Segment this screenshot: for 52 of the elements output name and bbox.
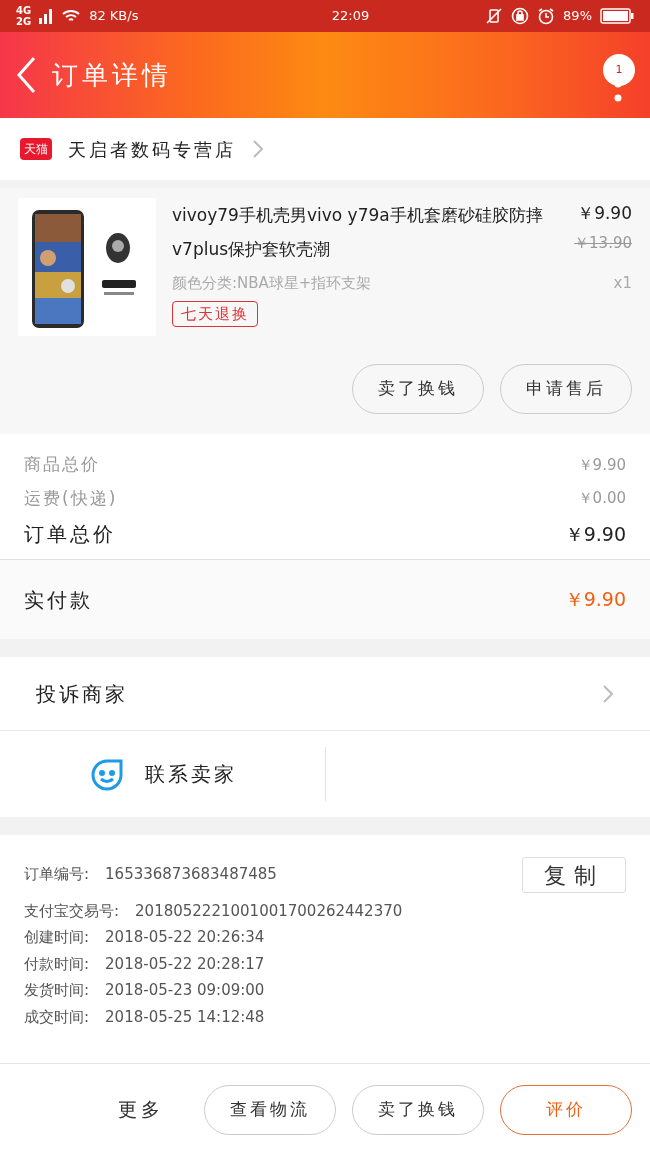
notification-badge: 1 [603, 54, 635, 86]
clock-time: 22:09 [330, 7, 371, 26]
copy-button[interactable]: 复制 [522, 857, 626, 893]
alarm-icon [537, 7, 556, 25]
paid-amount: ￥9.90 [564, 587, 626, 613]
summary-value: ￥9.90 [564, 521, 626, 547]
info-value: 2018-05-25 14:12:48 [105, 1006, 265, 1028]
action-button[interactable]: 申请售后 [500, 364, 632, 414]
mute-icon [485, 7, 504, 25]
signal-icon [39, 8, 54, 24]
product-price: ￥9.90 [577, 202, 632, 225]
complaint-row[interactable]: 投诉商家 [0, 657, 650, 731]
info-label: 成交时间: [24, 1006, 90, 1028]
battery-percent: 89% [563, 7, 592, 26]
order-action-button[interactable]: 卖了换钱 [352, 1084, 484, 1135]
info-value: 2018052221001001700262442370 [135, 900, 403, 922]
return-policy-tag: 七天退换 [172, 300, 258, 327]
product-title[interactable]: vivoy79手机壳男vivo y79a手机套磨砂硅胶防摔v7plus保护套软壳潮 [172, 198, 563, 266]
summary-value: ￥0.00 [577, 488, 626, 509]
summary-label: 商品总价 [24, 453, 100, 476]
paid-label: 实付款 [24, 586, 93, 614]
order-action-button[interactable]: 查看物流 [204, 1084, 336, 1135]
network-label: 2G [16, 16, 32, 27]
info-value: 2018-05-22 20:26:34 [105, 927, 265, 948]
info-label: 支付宝交易号: [24, 900, 120, 922]
network-label: 4G [16, 5, 32, 16]
chevron-right-icon [602, 682, 614, 705]
info-label: 创建时间: [24, 927, 90, 948]
rotation-lock-icon [511, 7, 530, 25]
action-button[interactable]: 卖了换钱 [352, 364, 484, 414]
back-icon [16, 56, 36, 94]
menu-button[interactable]: 1 [602, 44, 634, 106]
more-button[interactable]: 更多 [118, 1095, 164, 1124]
info-label: 发货时间: [24, 980, 90, 1001]
tmall-badge: 天猫 [20, 138, 52, 160]
original-price: ￥13.90 [574, 233, 632, 254]
summary-label: 订单总价 [24, 521, 116, 548]
page-title: 订单详情 [52, 58, 172, 92]
info-label: 付款时间: [24, 953, 90, 975]
chevron-right-icon [252, 139, 264, 159]
info-value: 2018-05-22 20:28:17 [105, 953, 265, 975]
summary-label: 运费(快递) [24, 486, 118, 510]
summary-value: ￥9.90 [577, 454, 626, 476]
product-variant: 颜色分类:NBA球星+指环支架 [172, 273, 372, 294]
product-quantity: x1 [613, 273, 632, 294]
store-name[interactable]: 天启者数码专营店 [68, 135, 236, 163]
info-value: 2018-05-23 09:09:00 [105, 980, 265, 1001]
battery-icon [600, 8, 634, 24]
info-label: 订单编号: [24, 864, 90, 885]
network-speed: 82 KB/s [89, 7, 139, 26]
info-value: 165336873683487485 [105, 864, 277, 885]
wifi-icon [61, 8, 82, 24]
